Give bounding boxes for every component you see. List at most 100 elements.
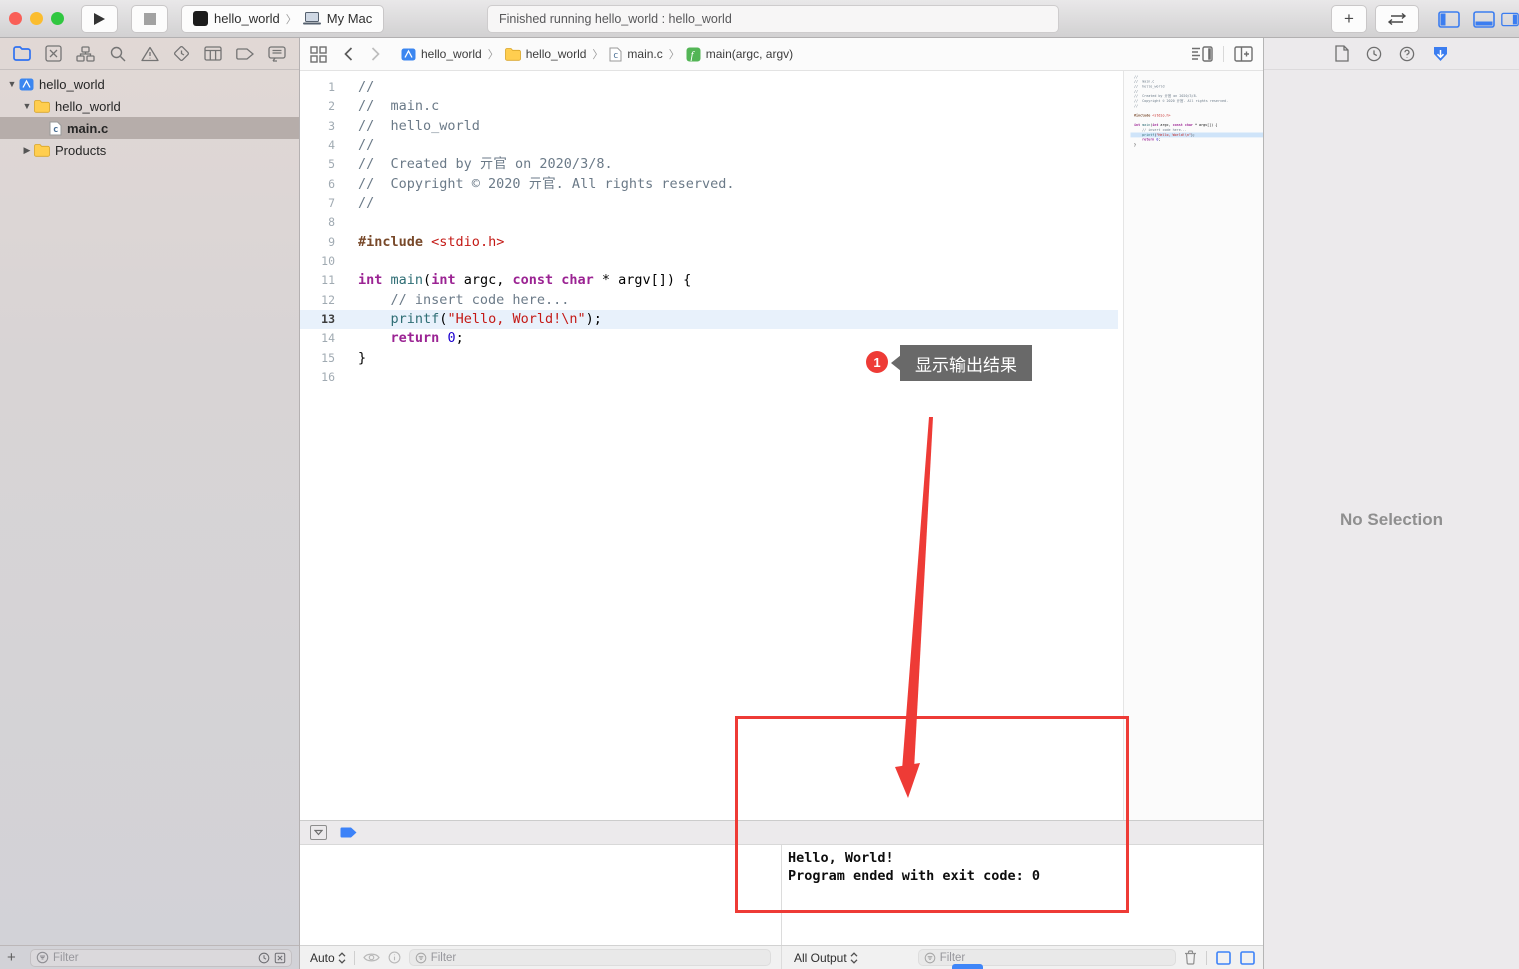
code-line-16[interactable]: 16 xyxy=(300,368,1118,387)
close-button[interactable] xyxy=(9,12,22,25)
code-line-12[interactable]: 12 // insert code here... xyxy=(300,291,1118,310)
toggle-debug-area-button[interactable] xyxy=(1466,5,1501,33)
function-icon: f xyxy=(686,47,701,62)
hide-debug-area-button[interactable] xyxy=(310,825,327,840)
test-navigator-tab[interactable] xyxy=(169,43,193,65)
forward-button[interactable] xyxy=(371,47,380,61)
line-number[interactable]: 14 xyxy=(300,329,344,348)
report-navigator-tab[interactable] xyxy=(265,43,289,65)
editor-options-button[interactable] xyxy=(1191,46,1213,62)
file-inspector-tab[interactable] xyxy=(1335,45,1349,62)
symbol-navigator-tab[interactable] xyxy=(74,43,98,65)
console-scope-dropdown[interactable]: All Output xyxy=(794,951,858,965)
variables-view[interactable] xyxy=(300,845,781,945)
info-icon[interactable] xyxy=(388,951,401,964)
show-variables-view-icon[interactable] xyxy=(1216,951,1231,965)
traffic-lights xyxy=(9,12,64,25)
toggle-inspector-button[interactable] xyxy=(1501,5,1519,33)
accessibility-inspector-tab[interactable] xyxy=(1432,46,1449,62)
quick-help-inspector-tab[interactable] xyxy=(1399,46,1415,62)
back-button[interactable] xyxy=(344,47,353,61)
toggle-navigator-button[interactable] xyxy=(1431,5,1466,33)
minimap[interactable]: //// main.c// hello_world//// Created by… xyxy=(1123,71,1263,820)
code-line-1[interactable]: 1// xyxy=(300,78,1118,97)
line-number[interactable]: 8 xyxy=(300,213,344,232)
updown-chevrons-icon xyxy=(850,952,858,964)
code-line-3[interactable]: 3// hello_world xyxy=(300,117,1118,136)
disclosure-triangle-icon[interactable]: ▼ xyxy=(5,79,19,89)
line-number[interactable]: 13 xyxy=(300,310,344,329)
code-line-5[interactable]: 5// Created by 亓官 on 2020/3/8. xyxy=(300,155,1118,174)
code-line-9[interactable]: 9#include <stdio.h> xyxy=(300,233,1118,252)
tree-item-hello_world[interactable]: ▼hello_world xyxy=(0,95,299,117)
code-line-4[interactable]: 4// xyxy=(300,136,1118,155)
library-add-button[interactable]: + xyxy=(1331,5,1367,33)
zoom-button[interactable] xyxy=(51,12,64,25)
tree-item-Products[interactable]: ▶Products xyxy=(0,139,299,161)
code-line-10[interactable]: 10 xyxy=(300,252,1118,271)
line-number[interactable]: 1 xyxy=(300,78,344,97)
breadcrumb-item-1[interactable]: hello_world xyxy=(505,47,587,61)
line-number[interactable]: 16 xyxy=(300,368,344,387)
breadcrumb-item-0[interactable]: hello_world xyxy=(401,47,482,62)
code-line-13[interactable]: 13 printf("Hello, World!\n"); xyxy=(300,310,1118,329)
project-icon xyxy=(401,47,416,62)
related-items-icon[interactable] xyxy=(310,46,327,63)
add-file-button[interactable]: + xyxy=(7,949,23,966)
code-line-7[interactable]: 7// xyxy=(300,194,1118,213)
minimize-button[interactable] xyxy=(30,12,43,25)
line-number[interactable]: 11 xyxy=(300,271,344,290)
code-line-6[interactable]: 6// Copyright © 2020 亓官. All rights rese… xyxy=(300,175,1118,194)
line-number[interactable]: 10 xyxy=(300,252,344,271)
add-editor-button[interactable] xyxy=(1234,46,1253,62)
line-number[interactable]: 15 xyxy=(300,349,344,368)
disclosure-triangle-icon[interactable]: ▼ xyxy=(20,101,34,111)
show-console-icon[interactable] xyxy=(1240,951,1255,965)
run-button[interactable] xyxy=(81,5,118,33)
code-line-14[interactable]: 14 return 0; xyxy=(300,329,1118,348)
source-editor[interactable]: 1//2// main.c3// hello_world4//5// Creat… xyxy=(300,71,1263,820)
scheme-selector[interactable]: hello_world 〉 My Mac xyxy=(181,5,384,33)
source-control-status-icon[interactable] xyxy=(274,952,286,964)
console-output[interactable]: Hello, World!Program ended with exit cod… xyxy=(781,845,1263,945)
history-inspector-tab[interactable] xyxy=(1366,46,1382,62)
recent-files-clock-icon[interactable] xyxy=(258,952,270,964)
line-number[interactable]: 7 xyxy=(300,194,344,213)
line-number[interactable]: 6 xyxy=(300,175,344,194)
find-navigator-tab[interactable] xyxy=(106,43,130,65)
code-lines[interactable]: 1//2// main.c3// hello_world4//5// Creat… xyxy=(300,71,1118,388)
debug-navigator-tab[interactable] xyxy=(201,43,225,65)
code-line-15[interactable]: 15} xyxy=(300,349,1118,368)
line-number[interactable]: 9 xyxy=(300,233,344,252)
editor-mode-button[interactable] xyxy=(1375,5,1419,33)
source-control-navigator-tab[interactable] xyxy=(42,43,66,65)
line-number[interactable]: 2 xyxy=(300,97,344,116)
line-number[interactable]: 4 xyxy=(300,136,344,155)
disclosure-triangle-icon[interactable]: ▶ xyxy=(20,145,34,156)
issue-navigator-tab[interactable] xyxy=(138,43,162,65)
tree-item-hello_world[interactable]: ▼hello_world xyxy=(0,73,299,95)
code-line-11[interactable]: 11int main(int argc, const char * argv[]… xyxy=(300,271,1118,290)
code-line-2[interactable]: 2// main.c xyxy=(300,97,1118,116)
variables-filter-input[interactable]: Filter xyxy=(409,949,771,966)
stop-icon xyxy=(144,13,156,25)
breakpoint-navigator-tab[interactable] xyxy=(233,43,257,65)
tree-item-main_c[interactable]: cmain.c xyxy=(0,117,299,139)
line-number[interactable]: 12 xyxy=(300,291,344,310)
navigator-panel-icon xyxy=(1438,11,1460,28)
line-number[interactable]: 3 xyxy=(300,117,344,136)
clear-console-trash-icon[interactable] xyxy=(1184,950,1197,965)
code-line-8[interactable]: 8 xyxy=(300,213,1118,232)
stop-button[interactable] xyxy=(131,5,168,33)
breadcrumb-item-2[interactable]: cmain.c xyxy=(609,47,662,62)
view-mode-eye-icon[interactable] xyxy=(363,952,380,963)
line-number[interactable]: 5 xyxy=(300,155,344,174)
project-navigator-tab[interactable] xyxy=(10,43,34,65)
variables-scope-label: Auto xyxy=(310,951,335,965)
chevron-down-icon xyxy=(314,829,323,836)
console-filter-input[interactable]: Filter xyxy=(918,949,1176,966)
navigator-filter-input[interactable]: Filter xyxy=(30,949,292,967)
variables-scope-dropdown[interactable]: Auto xyxy=(310,951,346,965)
breadcrumb-item-3[interactable]: fmain(argc, argv) xyxy=(686,47,793,62)
breakpoints-toggle-icon[interactable] xyxy=(340,827,357,838)
